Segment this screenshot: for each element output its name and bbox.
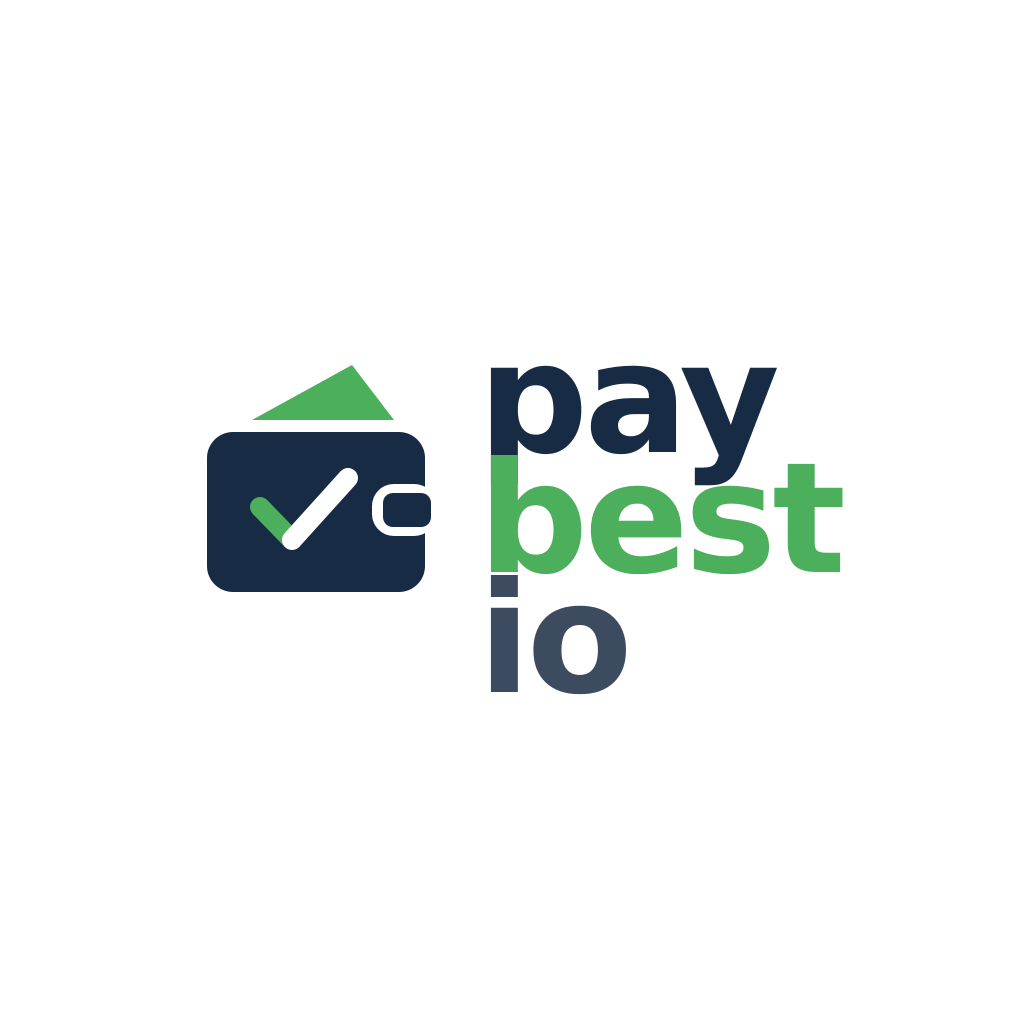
wallet-check-icon (207, 365, 436, 592)
wallet-clasp (383, 493, 431, 527)
card-shape (252, 365, 394, 420)
brand-wordmark: pay best io (478, 323, 898, 717)
logo-canvas: pay best io (0, 0, 1024, 1024)
